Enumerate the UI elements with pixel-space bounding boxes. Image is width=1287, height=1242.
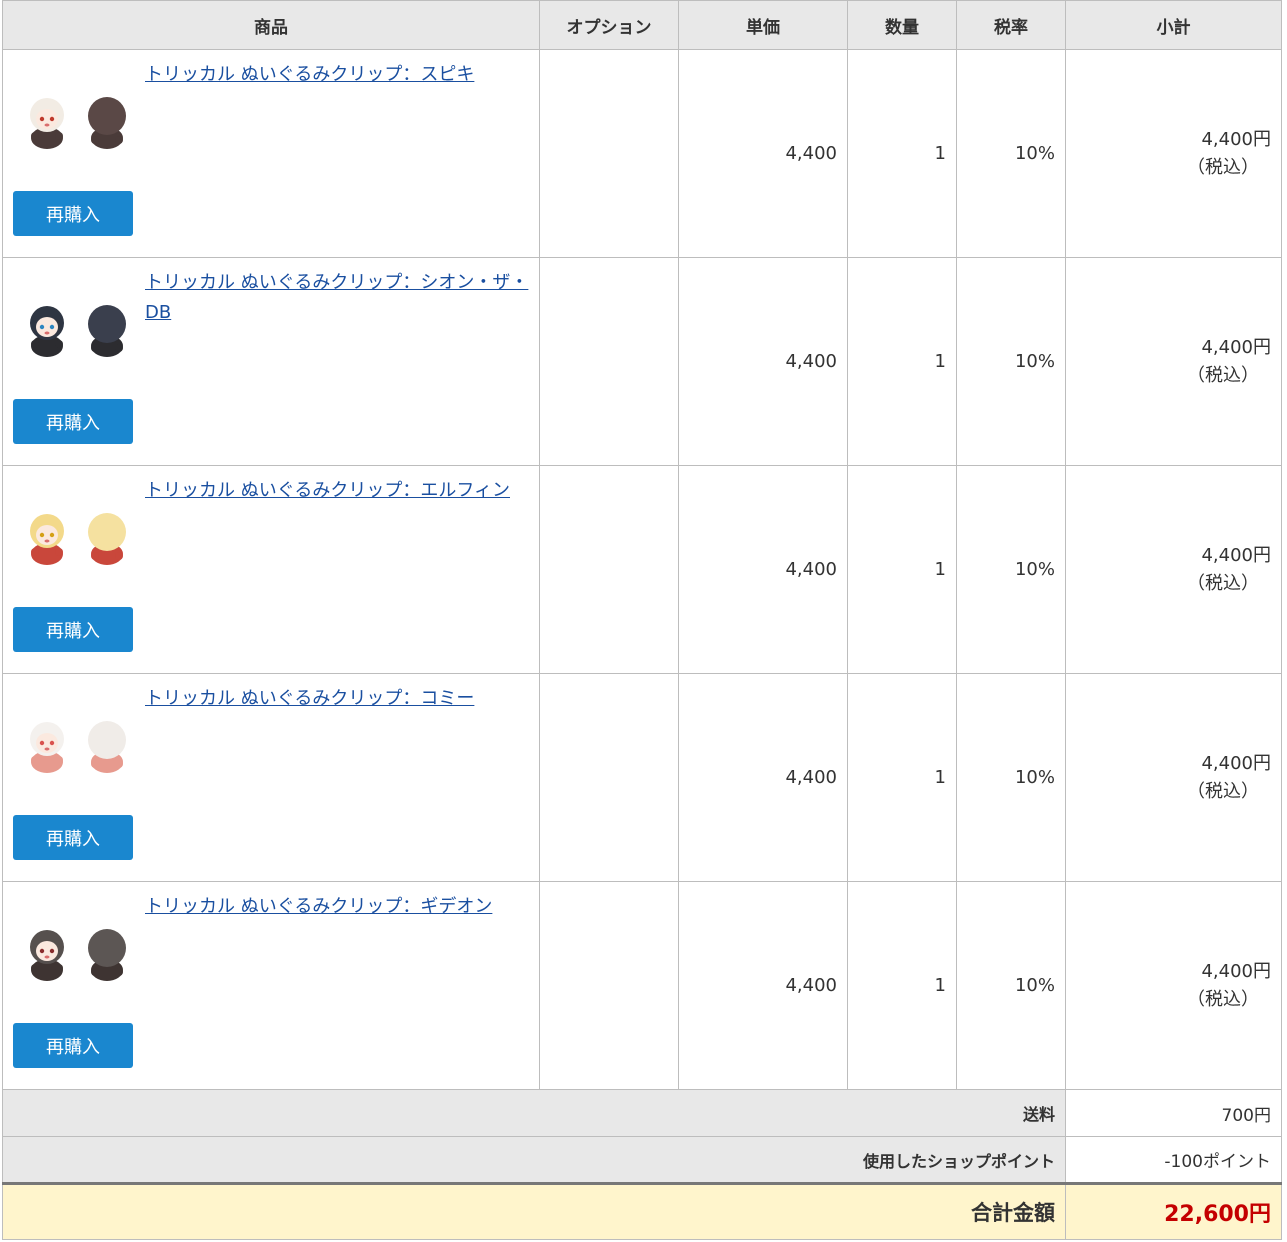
points-row: 使用したショップポイント -100ポイント	[2, 1136, 1282, 1184]
subtotal-cell: 4,400円 （税込）	[1065, 49, 1282, 258]
quantity-cell: 1	[847, 49, 957, 258]
order-item-row: トリッカル ぬいぐるみクリップ：ギデオン 再購入 4,400 1 10% 4,4…	[2, 881, 1282, 1090]
tax-rate-cell: 10%	[956, 465, 1066, 674]
quantity-cell: 1	[847, 257, 957, 466]
plush-back-icon	[88, 721, 126, 773]
table-header-row: 商品 オプション 単価 数量 税率 小計	[2, 0, 1282, 50]
subtotal-value: 4,400円	[1201, 128, 1271, 150]
product-name-link[interactable]: トリッカル ぬいぐるみクリップ：コミー	[145, 684, 531, 714]
product-name-link[interactable]: トリッカル ぬいぐるみクリップ：エルフィン	[145, 476, 531, 506]
unit-price-cell: 4,400	[678, 881, 848, 1090]
option-cell	[539, 881, 679, 1090]
order-items-table: 商品 オプション 単価 数量 税率 小計 トリッカル ぬいぐるみクリップ：スピキ…	[2, 0, 1282, 1240]
product-cell: トリッカル ぬいぐるみクリップ：エルフィン 再購入	[2, 465, 540, 674]
quantity-cell: 1	[847, 465, 957, 674]
tax-included-note: （税込）	[1187, 364, 1259, 386]
product-thumbnail[interactable]	[17, 920, 137, 984]
shipping-label: 送料	[2, 1089, 1066, 1137]
unit-price-cell: 4,400	[678, 257, 848, 466]
subtotal-cell: 4,400円 （税込）	[1065, 257, 1282, 466]
rebuy-button[interactable]: 再購入	[13, 607, 133, 652]
option-cell	[539, 257, 679, 466]
option-cell	[539, 49, 679, 258]
tax-rate-cell: 10%	[956, 49, 1066, 258]
tax-included-note: （税込）	[1187, 156, 1259, 178]
rebuy-button[interactable]: 再購入	[13, 815, 133, 860]
shipping-row: 送料 700円	[2, 1089, 1282, 1137]
tax-rate-cell: 10%	[956, 257, 1066, 466]
order-item-row: トリッカル ぬいぐるみクリップ：エルフィン 再購入 4,400 1 10% 4,…	[2, 465, 1282, 674]
rebuy-button[interactable]: 再購入	[13, 191, 133, 236]
tax-included-note: （税込）	[1187, 988, 1259, 1010]
unit-price-cell: 4,400	[678, 465, 848, 674]
subtotal-cell: 4,400円 （税込）	[1065, 881, 1282, 1090]
product-cell: トリッカル ぬいぐるみクリップ：スピキ 再購入	[2, 49, 540, 258]
plush-front-icon	[30, 930, 64, 981]
unit-price-cell: 4,400	[678, 673, 848, 882]
plush-back-icon	[88, 929, 126, 981]
header-subtotal: 小計	[1065, 0, 1282, 50]
rebuy-button[interactable]: 再購入	[13, 399, 133, 444]
tax-rate-cell: 10%	[956, 673, 1066, 882]
total-value: 22,600円	[1065, 1182, 1282, 1240]
product-name-link[interactable]: トリッカル ぬいぐるみクリップ：スピキ	[145, 60, 531, 90]
product-cell: トリッカル ぬいぐるみクリップ：コミー 再購入	[2, 673, 540, 882]
product-cell: トリッカル ぬいぐるみクリップ：ギデオン 再購入	[2, 881, 540, 1090]
tax-included-note: （税込）	[1187, 780, 1259, 802]
subtotal-value: 4,400円	[1201, 336, 1271, 358]
header-tax-rate: 税率	[956, 0, 1066, 50]
order-items-body: トリッカル ぬいぐるみクリップ：スピキ 再購入 4,400 1 10% 4,40…	[2, 49, 1282, 1090]
total-label: 合計金額	[2, 1182, 1066, 1240]
order-item-row: トリッカル ぬいぐるみクリップ：シオン・ザ・DB 再購入 4,400 1 10%…	[2, 257, 1282, 466]
product-thumbnail[interactable]	[17, 296, 137, 360]
total-row: 合計金額 22,600円	[2, 1182, 1282, 1240]
product-name-link[interactable]: トリッカル ぬいぐるみクリップ：ギデオン	[145, 892, 531, 922]
subtotal-value: 4,400円	[1201, 960, 1271, 982]
unit-price-cell: 4,400	[678, 49, 848, 258]
quantity-cell: 1	[847, 673, 957, 882]
plush-back-icon	[88, 97, 126, 149]
rebuy-button[interactable]: 再購入	[13, 1023, 133, 1068]
header-unit-price: 単価	[678, 0, 848, 50]
order-item-row: トリッカル ぬいぐるみクリップ：コミー 再購入 4,400 1 10% 4,40…	[2, 673, 1282, 882]
header-product: 商品	[2, 0, 540, 50]
subtotal-value: 4,400円	[1201, 544, 1271, 566]
product-thumbnail[interactable]	[17, 504, 137, 568]
product-cell: トリッカル ぬいぐるみクリップ：シオン・ザ・DB 再購入	[2, 257, 540, 466]
tax-included-note: （税込）	[1187, 572, 1259, 594]
product-thumbnail[interactable]	[17, 88, 137, 152]
tax-rate-cell: 10%	[956, 881, 1066, 1090]
subtotal-value: 4,400円	[1201, 752, 1271, 774]
plush-back-icon	[88, 305, 126, 357]
header-option: オプション	[539, 0, 679, 50]
option-cell	[539, 465, 679, 674]
option-cell	[539, 673, 679, 882]
quantity-cell: 1	[847, 881, 957, 1090]
header-quantity: 数量	[847, 0, 957, 50]
subtotal-cell: 4,400円 （税込）	[1065, 465, 1282, 674]
plush-front-icon	[30, 98, 64, 149]
plush-front-icon	[30, 306, 64, 357]
plush-back-icon	[88, 513, 126, 565]
shipping-value: 700円	[1065, 1089, 1282, 1137]
product-thumbnail[interactable]	[17, 712, 137, 776]
points-value: -100ポイント	[1065, 1136, 1282, 1184]
points-label: 使用したショップポイント	[2, 1136, 1066, 1184]
product-name-link[interactable]: トリッカル ぬいぐるみクリップ：シオン・ザ・DB	[145, 268, 531, 328]
plush-front-icon	[30, 514, 64, 565]
subtotal-cell: 4,400円 （税込）	[1065, 673, 1282, 882]
order-item-row: トリッカル ぬいぐるみクリップ：スピキ 再購入 4,400 1 10% 4,40…	[2, 49, 1282, 258]
plush-front-icon	[30, 722, 64, 773]
